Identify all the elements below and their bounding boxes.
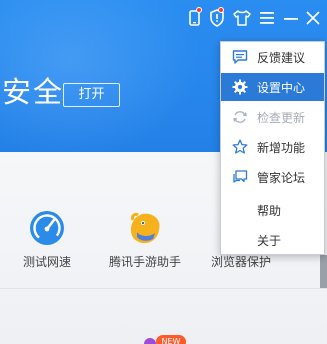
tool-mobile-game-assistant[interactable]: 腾讯手游助手 <box>100 208 190 270</box>
menu-icon[interactable] <box>258 8 276 28</box>
settings-gear-icon <box>232 79 248 95</box>
tool-label: 浏览器保护 <box>210 255 271 269</box>
scrollbar[interactable] <box>320 255 327 288</box>
tool-label: 测试网速 <box>22 255 71 269</box>
refresh-icon <box>233 111 247 123</box>
menu-item-label: 设置中心 <box>257 80 306 95</box>
menu-item-label: 管家论坛 <box>257 170 306 185</box>
notification-dot <box>218 7 224 13</box>
menu-item-label: 帮助 <box>257 203 282 218</box>
mobile-game-assistant-icon <box>131 212 160 244</box>
main-dropdown-menu: 反馈建议 设置中心 检查更新 新增功能 管家论坛 帮助 关于 <box>220 41 325 255</box>
menu-item-help[interactable]: 帮助 <box>221 196 324 224</box>
phone-icon[interactable] <box>186 7 204 28</box>
speed-test-icon <box>30 211 64 245</box>
section-divider <box>0 288 327 289</box>
menu-item-label: 反馈建议 <box>257 50 306 65</box>
close-icon[interactable] <box>304 8 322 28</box>
menu-item-label: 检查更新 <box>257 110 306 125</box>
menu-item-new-features[interactable]: 新增功能 <box>221 133 324 161</box>
menu-item-about[interactable]: 关于 <box>221 226 324 254</box>
menu-item-label: 新增功能 <box>257 140 306 155</box>
open-button[interactable]: 打开 <box>63 83 120 107</box>
menu-item-feedback[interactable]: 反馈建议 <box>221 43 324 71</box>
shield-icon[interactable] <box>208 7 226 28</box>
menu-item-forum[interactable]: 管家论坛 <box>221 163 324 191</box>
forum-icon <box>233 170 248 183</box>
new-badge: NEW <box>156 335 186 344</box>
tool-label: 腾讯手游助手 <box>108 255 181 269</box>
security-status-title: 安全 <box>2 75 65 109</box>
menu-item-settings[interactable]: 设置中心 <box>221 73 324 101</box>
skin-icon[interactable] <box>232 8 251 28</box>
menu-item-check-update[interactable]: 检查更新 <box>221 103 324 131</box>
feedback-icon <box>232 50 248 64</box>
notification-dot <box>196 7 202 13</box>
minimize-icon[interactable] <box>282 8 300 28</box>
tool-speed-test[interactable]: 测试网速 <box>2 208 92 270</box>
star-icon <box>232 139 248 154</box>
feature-icon <box>144 338 156 344</box>
menu-item-label: 关于 <box>257 233 282 248</box>
